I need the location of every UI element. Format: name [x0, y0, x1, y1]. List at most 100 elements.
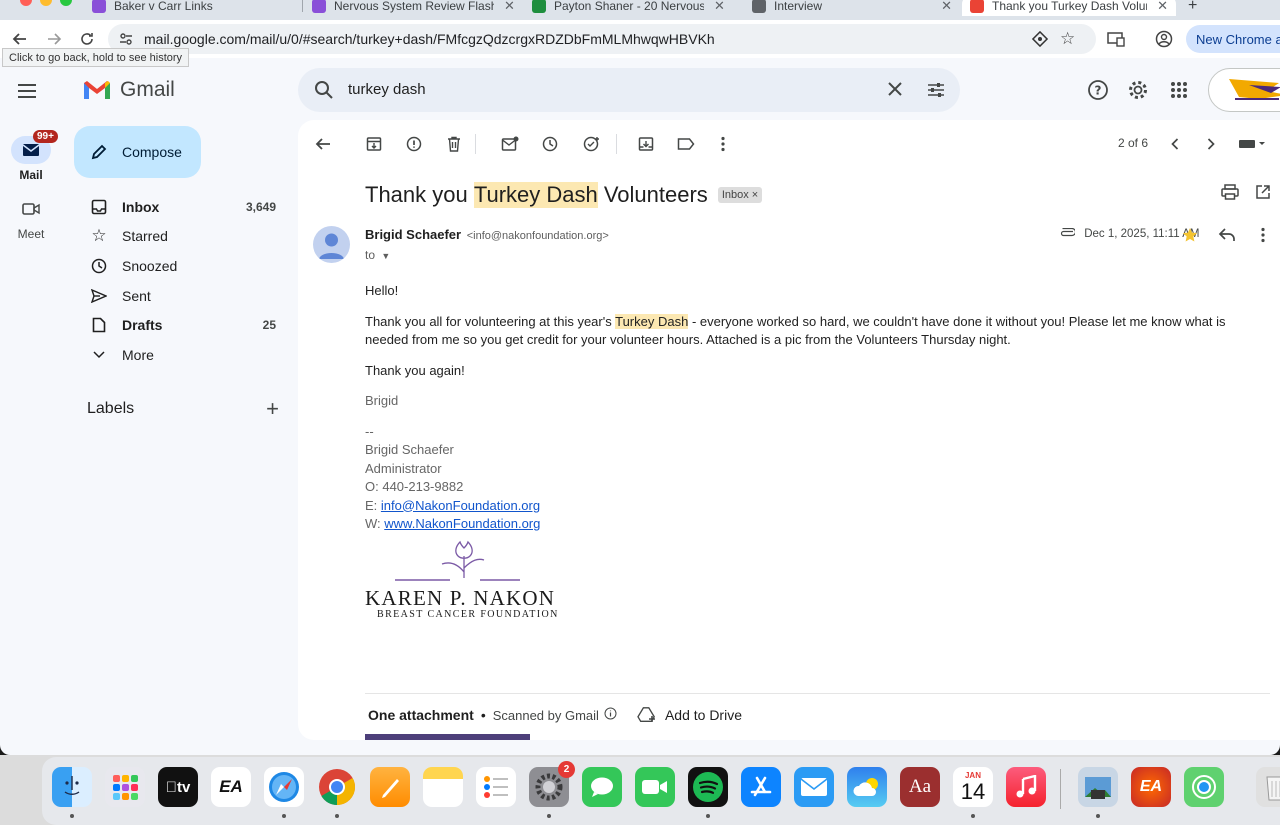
- maximize-window-button[interactable]: [60, 0, 72, 6]
- subject-highlight: Turkey Dash: [473, 182, 598, 208]
- settings-gear-icon[interactable]: [1126, 78, 1150, 102]
- delete-icon[interactable]: [440, 130, 468, 158]
- sig-web-link[interactable]: www.NakonFoundation.org: [384, 516, 540, 531]
- close-window-button[interactable]: [20, 0, 32, 6]
- back-to-list-icon[interactable]: [309, 130, 337, 158]
- main-menu-icon[interactable]: [18, 78, 44, 104]
- search-input[interactable]: turkey dash: [348, 81, 426, 98]
- nav-item-starred[interactable]: ☆ Starred: [62, 222, 298, 252]
- pages-icon[interactable]: [370, 767, 410, 807]
- nav-item-inbox[interactable]: Inbox 3,649: [62, 192, 298, 222]
- clock-icon: [90, 257, 108, 275]
- browser-tab[interactable]: Nervous System Review Flash ✕: [312, 0, 522, 16]
- message-more-icon[interactable]: [1249, 221, 1277, 249]
- older-chevron-right-icon[interactable]: [1197, 130, 1225, 158]
- close-tab-icon[interactable]: ✕: [504, 0, 515, 14]
- search-icon[interactable]: [314, 80, 334, 105]
- close-tab-icon[interactable]: ✕: [1157, 0, 1168, 14]
- browser-tab-active[interactable]: Thank you Turkey Dash Volunte ✕: [962, 0, 1176, 16]
- chrome-icon[interactable]: [317, 767, 357, 807]
- rail-meet[interactable]: Meet: [0, 195, 62, 241]
- newer-chevron-left-icon[interactable]: [1161, 130, 1189, 158]
- mail-app-icon[interactable]: [794, 767, 834, 807]
- sender-name[interactable]: Brigid Schaefer: [365, 227, 461, 242]
- nav-item-snoozed[interactable]: Snoozed: [62, 251, 298, 281]
- print-icon[interactable]: [1216, 178, 1244, 206]
- spotify-icon[interactable]: [688, 767, 728, 807]
- ea-app-icon[interactable]: EA: [1131, 767, 1171, 807]
- sig-email-link[interactable]: info@NakonFoundation.org: [381, 498, 540, 513]
- calendar-icon[interactable]: JAN 14: [953, 767, 993, 807]
- archive-icon[interactable]: [360, 130, 388, 158]
- profile-icon[interactable]: [1152, 27, 1176, 51]
- dictionary-icon[interactable]: Aa: [900, 767, 940, 807]
- messages-icon[interactable]: [582, 767, 622, 807]
- trash-icon[interactable]: [1256, 767, 1280, 807]
- recipients-toggle[interactable]: to ▼: [365, 248, 390, 262]
- school-mascot-logo: [1229, 79, 1280, 100]
- cast-icon[interactable]: [1104, 27, 1128, 51]
- rail-mail[interactable]: 99+ Mail: [0, 130, 62, 182]
- reminders-icon[interactable]: [476, 767, 516, 807]
- label-icon[interactable]: [672, 130, 700, 158]
- nav-count: 3,649: [245, 199, 276, 214]
- new-chrome-button[interactable]: New Chrome av: [1186, 25, 1280, 53]
- apple-tv-icon[interactable]: tv: [158, 767, 198, 807]
- find-my-icon[interactable]: [1184, 767, 1224, 807]
- extension-icon[interactable]: [1031, 30, 1049, 52]
- close-tab-icon[interactable]: ✕: [941, 0, 952, 14]
- nav-item-more[interactable]: More: [62, 340, 298, 370]
- facetime-icon[interactable]: [635, 767, 675, 807]
- keyboard-input-icon[interactable]: [1234, 130, 1270, 158]
- nav-item-drafts[interactable]: Drafts 25: [62, 310, 298, 340]
- info-icon[interactable]: [604, 707, 617, 723]
- safari-icon[interactable]: [264, 767, 304, 807]
- more-actions-icon[interactable]: [709, 130, 737, 158]
- tab-title: Nervous System Review Flash: [334, 0, 494, 13]
- bookmark-star-icon[interactable]: ☆: [1060, 29, 1075, 49]
- search-bar[interactable]: turkey dash: [298, 68, 960, 112]
- snooze-icon[interactable]: [536, 130, 564, 158]
- close-tab-icon[interactable]: ✕: [714, 0, 725, 14]
- inbox-label-chip[interactable]: Inbox ×: [717, 187, 763, 203]
- nav-item-sent[interactable]: Sent: [62, 281, 298, 311]
- help-icon[interactable]: ?: [1086, 78, 1110, 102]
- notes-icon[interactable]: [423, 767, 463, 807]
- add-to-drive-button[interactable]: Add to Drive: [637, 706, 742, 724]
- greeting-text: Hello!: [365, 283, 399, 298]
- report-spam-icon[interactable]: [400, 130, 428, 158]
- remove-label-icon[interactable]: ×: [752, 189, 758, 201]
- new-tab-icon[interactable]: +: [1188, 0, 1208, 16]
- mark-unread-icon[interactable]: [496, 130, 524, 158]
- add-task-icon[interactable]: [578, 130, 606, 158]
- sender-avatar[interactable]: [313, 226, 350, 263]
- finder-icon[interactable]: [52, 767, 92, 807]
- url-text[interactable]: mail.google.com/mail/u/0/#search/turkey+…: [144, 31, 715, 47]
- weather-icon[interactable]: [847, 767, 887, 807]
- move-to-icon[interactable]: [632, 130, 660, 158]
- clear-search-icon[interactable]: [886, 80, 904, 103]
- music-icon[interactable]: [1006, 767, 1046, 807]
- minimize-window-button[interactable]: [40, 0, 52, 6]
- account-logo-avatar[interactable]: [1208, 68, 1280, 112]
- reply-icon[interactable]: [1213, 221, 1241, 249]
- search-options-icon[interactable]: [926, 80, 946, 105]
- app-store-icon[interactable]: [741, 767, 781, 807]
- launchpad-icon[interactable]: [105, 767, 145, 807]
- google-apps-icon[interactable]: [1167, 78, 1191, 102]
- preview-icon[interactable]: [1078, 767, 1118, 807]
- attachment-photo-thumbnail[interactable]: [365, 734, 530, 740]
- compose-button[interactable]: Compose: [74, 126, 201, 178]
- nav-label: Sent: [122, 287, 151, 304]
- add-label-icon[interactable]: +: [266, 396, 279, 422]
- browser-tab[interactable]: Payton Shaner - 20 Nervous ✕: [532, 0, 732, 16]
- browser-tab[interactable]: Interview ✕: [752, 0, 952, 16]
- address-bar[interactable]: mail.google.com/mail/u/0/#search/turkey+…: [108, 24, 1096, 54]
- open-new-window-icon[interactable]: [1249, 178, 1277, 206]
- browser-tab[interactable]: Baker v Carr Links: [92, 0, 292, 16]
- starred-icon[interactable]: [1176, 221, 1204, 249]
- rail-mail-label: Mail: [19, 168, 43, 182]
- gmail-logo[interactable]: Gmail: [82, 78, 175, 102]
- system-settings-icon[interactable]: 2: [529, 761, 575, 807]
- ea-icon[interactable]: EA: [211, 767, 251, 807]
